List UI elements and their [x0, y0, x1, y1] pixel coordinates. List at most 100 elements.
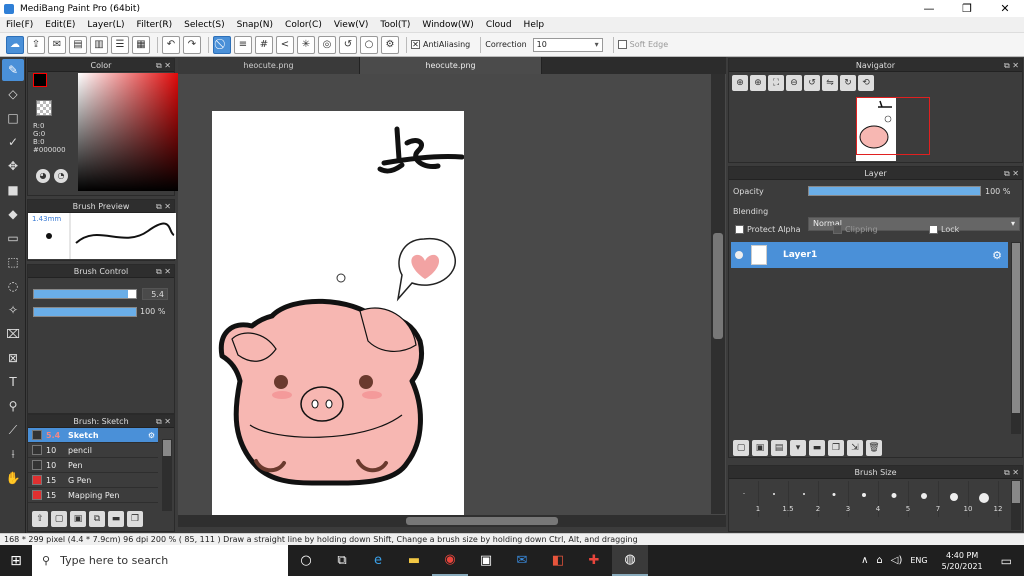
list-icon[interactable]: ☰ [111, 35, 129, 54]
menu-select[interactable]: Select(S) [178, 20, 231, 30]
rect-tool-icon[interactable]: □ [2, 107, 24, 129]
language-indicator[interactable]: ENG [910, 556, 927, 565]
magic-wand-tool-icon[interactable]: ✧ [2, 299, 24, 321]
select-tool-icon[interactable]: ⬚ [2, 251, 24, 273]
fill-rect-tool-icon[interactable]: ■ [2, 179, 24, 201]
menu-view[interactable]: View(V) [328, 20, 375, 30]
brush-size-cell[interactable]: 5 [879, 481, 910, 517]
snap-off-icon[interactable]: ⃠ [213, 35, 231, 54]
layer-menu-icon[interactable]: ▾ [790, 440, 806, 456]
minimize-button[interactable]: — [910, 0, 948, 17]
menu-snap[interactable]: Snap(N) [231, 20, 279, 30]
panel-close-icon[interactable]: ⧉ ✕ [156, 265, 171, 278]
brush-size-scrollbar[interactable] [1011, 480, 1021, 530]
brush-size-cell[interactable]: 12 [969, 481, 1002, 517]
chrome-icon[interactable]: ◉ [432, 545, 468, 576]
soft-edge-checkbox[interactable] [617, 40, 627, 49]
office-icon[interactable]: ◧ [540, 545, 576, 576]
panel-close-icon[interactable]: ⧉ ✕ [156, 415, 171, 428]
panel-close-icon[interactable]: ⧉ ✕ [1004, 167, 1019, 180]
medibang-icon[interactable]: ◍ [612, 545, 648, 576]
brush-item[interactable]: 15 G Pen [28, 473, 158, 488]
brush-size-slider[interactable] [33, 289, 137, 299]
brush-item[interactable]: 10 Pen [28, 458, 158, 473]
store-icon[interactable]: ▣ [468, 545, 504, 576]
snap-cross-icon[interactable]: # [255, 35, 273, 54]
zoom-out-icon[interactable]: ⊖ [786, 75, 802, 91]
brush-size-cell[interactable]: 10 [939, 481, 972, 517]
zoom-in-icon[interactable]: ⊕ [750, 75, 766, 91]
brush-size-cell[interactable]: 4 [849, 481, 880, 517]
layer-folder-icon[interactable]: ▬ [809, 440, 825, 456]
lasso-tool-icon[interactable]: ◌ [2, 275, 24, 297]
comment-icon[interactable]: ✉ [48, 35, 66, 54]
share-icon[interactable]: ⇪ [27, 35, 45, 54]
brush-size-value[interactable]: 5.4 [142, 288, 168, 300]
antialiasing-toggle[interactable]: ✕ AntiAliasing [411, 40, 470, 49]
cortana-icon[interactable]: ○ [288, 545, 324, 576]
brush-opacity-slider[interactable] [33, 307, 137, 317]
grid-icon[interactable]: ▦ [132, 35, 150, 54]
redo-icon[interactable]: ↷ [183, 35, 201, 54]
move-tool-icon[interactable]: ✥ [2, 155, 24, 177]
menu-window[interactable]: Window(W) [416, 20, 479, 30]
volume-icon[interactable]: ◁) [891, 555, 903, 566]
fit-icon[interactable]: ⛶ [768, 75, 784, 91]
navigator-viewport-frame[interactable] [856, 97, 930, 155]
brush-size-cell[interactable]: 7 [909, 481, 940, 517]
zoom-icon[interactable]: ⊕ [732, 75, 748, 91]
canvas-vertical-scroll-thumb[interactable] [713, 233, 723, 339]
snap-settings-icon[interactable]: ⚙ [381, 35, 399, 54]
brush-item[interactable]: 5.4 Sketch ⚙ [28, 428, 158, 443]
soft-edge-toggle[interactable]: Soft Edge [617, 40, 668, 49]
protect-alpha-checkbox[interactable] [735, 225, 744, 234]
layer-list-scrollbar[interactable] [1011, 242, 1021, 434]
brush-size-cell[interactable]: 1.5 [759, 481, 794, 517]
notification-icon[interactable]: ▭ [1001, 554, 1012, 568]
task-view-icon[interactable]: ⧉ [324, 545, 360, 576]
brush-size-cell[interactable]: 3 [819, 481, 850, 517]
restore-button[interactable]: ❐ [948, 0, 986, 17]
dot-tool-icon[interactable]: ✓ [2, 131, 24, 153]
panel-close-icon[interactable]: ⧉ ✕ [1004, 59, 1019, 72]
menu-edit[interactable]: Edit(E) [39, 20, 81, 30]
brush-tool-icon[interactable]: ✎ [2, 59, 24, 81]
gear-icon[interactable]: ⚙ [148, 431, 155, 440]
tab-document-1[interactable]: heocute.png [178, 57, 360, 74]
brush-list-scroll-thumb[interactable] [163, 440, 171, 456]
brush-item[interactable]: 15 Mapping Pen [28, 488, 158, 503]
file-explorer-icon[interactable]: ▬ [396, 545, 432, 576]
panel-close-icon[interactable]: ⧉ ✕ [156, 200, 171, 213]
clipping-toggle[interactable]: Clipping [833, 225, 878, 234]
select-pen-tool-icon[interactable]: ⌧ [2, 323, 24, 345]
merge-layer-icon[interactable]: ⇲ [847, 440, 863, 456]
antialiasing-checkbox[interactable]: ✕ [411, 40, 420, 49]
bucket-tool-icon[interactable]: ◆ [2, 203, 24, 225]
gradient-tool-icon[interactable]: ▭ [2, 227, 24, 249]
gear-icon[interactable]: ⚙ [992, 249, 1002, 262]
rotate-right-icon[interactable]: ↻ [840, 75, 856, 91]
undo-icon[interactable]: ↶ [162, 35, 180, 54]
new-8bit-layer-icon[interactable]: ▤ [771, 440, 787, 456]
menu-help[interactable]: Help [518, 20, 551, 30]
text-tool-icon[interactable]: T [2, 371, 24, 393]
close-button[interactable]: ✕ [986, 0, 1024, 17]
saturation-value-picker[interactable] [78, 73, 182, 191]
rotate-left-icon[interactable]: ↺ [804, 75, 820, 91]
page-icon[interactable]: ▥ [90, 35, 108, 54]
brush-size-cell[interactable]: 2 [789, 481, 820, 517]
transparent-color-swatch[interactable] [36, 100, 52, 116]
select-eraser-tool-icon[interactable]: ⊠ [2, 347, 24, 369]
correction-select[interactable]: 10 [532, 37, 603, 52]
brush-menu-icon[interactable]: ▣ [70, 511, 86, 527]
snap-vanish-icon[interactable]: < [276, 35, 294, 54]
delete-layer-icon[interactable]: 🗑 [866, 440, 882, 456]
chat-icon[interactable]: ▤ [69, 35, 87, 54]
layer-list-scroll-thumb[interactable] [1012, 243, 1020, 413]
reset-view-icon[interactable]: ⟲ [858, 75, 874, 91]
snap-radial-icon[interactable]: ✳ [297, 35, 315, 54]
brush-list-scrollbar[interactable] [162, 439, 172, 511]
add-brush-icon[interactable]: ⇧ [32, 511, 48, 527]
menu-filter[interactable]: Filter(R) [131, 20, 179, 30]
folder-icon[interactable]: ▬ [108, 511, 124, 527]
